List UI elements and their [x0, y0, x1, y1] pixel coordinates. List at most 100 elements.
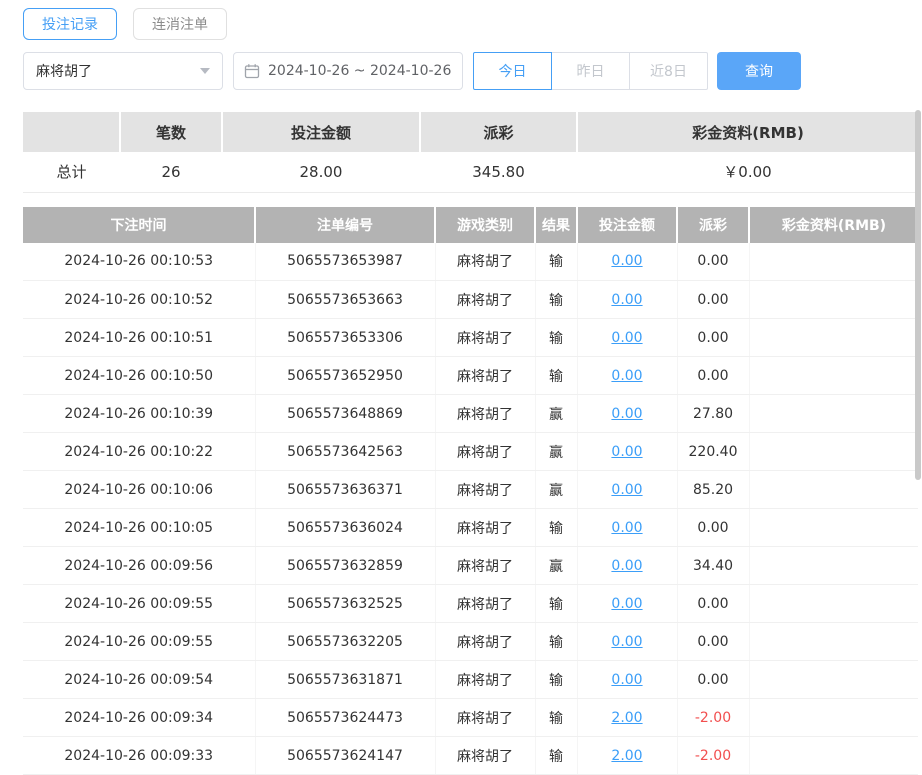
bet-amount-link[interactable]: 0.00: [611, 482, 642, 498]
bet-amount-link[interactable]: 0.00: [611, 330, 642, 346]
header-bonus: 彩金资料(RMB): [749, 207, 918, 243]
bet-time-cell: 2024-10-26 00:10:51: [23, 319, 255, 357]
game-type-cell: 麻将胡了: [435, 319, 535, 357]
result-cell: 赢: [535, 395, 577, 433]
header-result: 结果: [535, 207, 577, 243]
game-select[interactable]: 麻将胡了: [23, 52, 223, 90]
result-cell: 输: [535, 699, 577, 737]
bet-time-cell: 2024-10-26 00:09:55: [23, 623, 255, 661]
game-type-cell: 麻将胡了: [435, 737, 535, 775]
result-cell: 输: [535, 623, 577, 661]
order-no-cell: 5065573648869: [255, 395, 435, 433]
order-no-cell: 5065573636024: [255, 509, 435, 547]
bet-time-cell: 2024-10-26 00:09:34: [23, 699, 255, 737]
order-no-cell: 5065573632525: [255, 585, 435, 623]
bonus-cell: [749, 509, 918, 547]
bet-amount-link[interactable]: 2.00: [611, 748, 642, 764]
game-type-cell: 麻将胡了: [435, 699, 535, 737]
summary-total-label: 总计: [23, 152, 120, 192]
bet-amount-link[interactable]: 0.00: [611, 253, 642, 269]
summary-bet-amount-value: 28.00: [222, 152, 420, 192]
bet-amount-link[interactable]: 0.00: [611, 634, 642, 650]
scrollbar-track[interactable]: [915, 110, 921, 757]
bonus-cell: [749, 585, 918, 623]
payout-cell: 0.00: [677, 243, 749, 281]
game-type-cell: 麻将胡了: [435, 471, 535, 509]
table-row: 2024-10-26 00:10:06 5065573636371 麻将胡了 赢…: [23, 471, 918, 509]
summary-header-bet-amount: 投注金额: [222, 112, 420, 152]
bonus-cell: [749, 319, 918, 357]
records-header-row: 下注时间 注单编号 游戏类别 结果 投注金额 派彩 彩金资料(RMB): [23, 207, 918, 243]
bet-amount-link[interactable]: 0.00: [611, 596, 642, 612]
last8days-button-label: 近8日: [650, 61, 687, 81]
table-row: 2024-10-26 00:10:53 5065573653987 麻将胡了 输…: [23, 243, 918, 281]
bet-amount-cell: 0.00: [577, 585, 677, 623]
payout-cell: 27.80: [677, 395, 749, 433]
bonus-cell: [749, 281, 918, 319]
bet-amount-link[interactable]: 2.00: [611, 710, 642, 726]
payout-cell: 85.20: [677, 471, 749, 509]
bet-amount-cell: 0.00: [577, 357, 677, 395]
summary-header-bonus: 彩金资料(RMB): [577, 112, 918, 152]
tab-cancel-orders[interactable]: 连消注单: [133, 8, 227, 40]
game-type-cell: 麻将胡了: [435, 509, 535, 547]
bet-amount-cell: 0.00: [577, 281, 677, 319]
order-no-cell: 5065573632859: [255, 547, 435, 585]
bet-amount-cell: 2.00: [577, 699, 677, 737]
order-no-cell: 5065573636371: [255, 471, 435, 509]
bonus-cell: [749, 547, 918, 585]
bet-time-cell: 2024-10-26 00:10:22: [23, 433, 255, 471]
payout-cell: 0.00: [677, 661, 749, 699]
bonus-cell: [749, 661, 918, 699]
table-row: 2024-10-26 00:09:54 5065573631871 麻将胡了 输…: [23, 661, 918, 699]
result-cell: 输: [535, 357, 577, 395]
bet-amount-cell: 0.00: [577, 509, 677, 547]
bet-time-cell: 2024-10-26 00:10:50: [23, 357, 255, 395]
game-type-cell: 麻将胡了: [435, 281, 535, 319]
yesterday-button[interactable]: 昨日: [551, 52, 630, 90]
order-no-cell: 5065573652950: [255, 357, 435, 395]
bet-amount-link[interactable]: 0.00: [611, 406, 642, 422]
result-cell: 赢: [535, 433, 577, 471]
records-table: 下注时间 注单编号 游戏类别 结果 投注金额 派彩 彩金资料(RMB) 2024…: [23, 207, 918, 775]
bet-amount-link[interactable]: 0.00: [611, 292, 642, 308]
table-row: 2024-10-26 00:10:05 5065573636024 麻将胡了 输…: [23, 509, 918, 547]
result-cell: 赢: [535, 471, 577, 509]
bet-amount-link[interactable]: 0.00: [611, 520, 642, 536]
bet-time-cell: 2024-10-26 00:10:05: [23, 509, 255, 547]
quick-date-group: 今日 昨日 近8日: [473, 52, 708, 90]
tab-bet-records[interactable]: 投注记录: [23, 8, 117, 40]
bonus-cell: [749, 471, 918, 509]
bet-amount-link[interactable]: 0.00: [611, 672, 642, 688]
bonus-cell: [749, 395, 918, 433]
table-row: 2024-10-26 00:09:55 5065573632525 麻将胡了 输…: [23, 585, 918, 623]
header-order-no: 注单编号: [255, 207, 435, 243]
today-button-label: 今日: [499, 61, 527, 81]
filter-bar: 麻将胡了 2024-10-26 ~ 2024-10-26 今日 昨日: [23, 52, 918, 90]
scrollbar-thumb[interactable]: [915, 110, 921, 480]
payout-cell: 220.40: [677, 433, 749, 471]
bet-amount-cell: 0.00: [577, 319, 677, 357]
payout-cell: 0.00: [677, 585, 749, 623]
bet-time-cell: 2024-10-26 00:09:54: [23, 661, 255, 699]
table-row: 2024-10-26 00:09:34 5065573624473 麻将胡了 输…: [23, 699, 918, 737]
payout-cell: -2.00: [677, 699, 749, 737]
header-bet-amount: 投注金额: [577, 207, 677, 243]
date-range-input[interactable]: 2024-10-26 ~ 2024-10-26: [233, 52, 463, 90]
bet-amount-link[interactable]: 0.00: [611, 444, 642, 460]
bet-amount-cell: 0.00: [577, 433, 677, 471]
today-button[interactable]: 今日: [473, 52, 552, 90]
bet-amount-link[interactable]: 0.00: [611, 558, 642, 574]
chevron-down-icon: [200, 68, 210, 74]
bet-amount-link[interactable]: 0.00: [611, 368, 642, 384]
result-cell: 输: [535, 281, 577, 319]
tab-cancel-orders-label: 连消注单: [152, 14, 208, 34]
payout-cell: 0.00: [677, 281, 749, 319]
bonus-cell: [749, 623, 918, 661]
header-payout: 派彩: [677, 207, 749, 243]
result-cell: 赢: [535, 547, 577, 585]
last8days-button[interactable]: 近8日: [629, 52, 708, 90]
order-no-cell: 5065573653987: [255, 243, 435, 281]
bet-amount-cell: 0.00: [577, 471, 677, 509]
query-button[interactable]: 查询: [717, 52, 801, 90]
